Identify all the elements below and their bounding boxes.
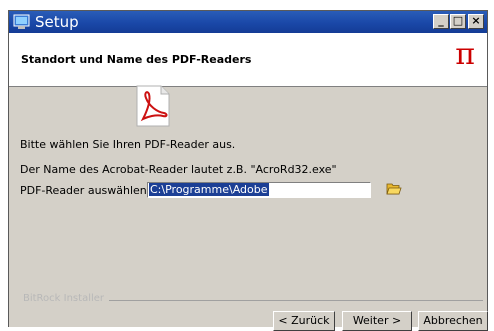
window-title: Setup <box>35 13 79 31</box>
pi-logo: π <box>455 37 475 72</box>
close-button[interactable]: × <box>468 14 484 29</box>
setup-app-icon <box>13 14 30 29</box>
title-bar[interactable]: Setup _ □ × <box>9 11 487 33</box>
folder-open-icon[interactable] <box>386 181 402 196</box>
pdf-reader-path-input[interactable]: C:\Programme\Adobe <box>147 182 371 198</box>
setup-window: Setup _ □ × Standort und Name des PDF-Re… <box>8 10 488 331</box>
footer-brand: BitRock Installer <box>23 293 105 304</box>
hint-text: Der Name des Acrobat-Reader lautet z.B. … <box>20 163 337 176</box>
back-button[interactable]: < Zurück <box>273 311 335 331</box>
pdf-reader-path-value: C:\Programme\Adobe <box>149 183 269 196</box>
pdf-reader-label: PDF-Reader auswählen <box>20 184 147 197</box>
page-title: Standort und Name des PDF-Readers <box>21 53 252 66</box>
minimize-button[interactable]: _ <box>433 14 449 29</box>
footer-divider <box>109 300 483 301</box>
cancel-button[interactable]: Abbrechen <box>418 311 488 331</box>
header-banner: Standort und Name des PDF-Readers π <box>9 33 487 87</box>
pdf-document-icon <box>136 85 170 127</box>
maximize-button[interactable]: □ <box>450 14 466 29</box>
instruction-text: Bitte wählen Sie Ihren PDF-Reader aus. <box>20 138 236 151</box>
next-button[interactable]: Weiter > <box>342 311 412 331</box>
